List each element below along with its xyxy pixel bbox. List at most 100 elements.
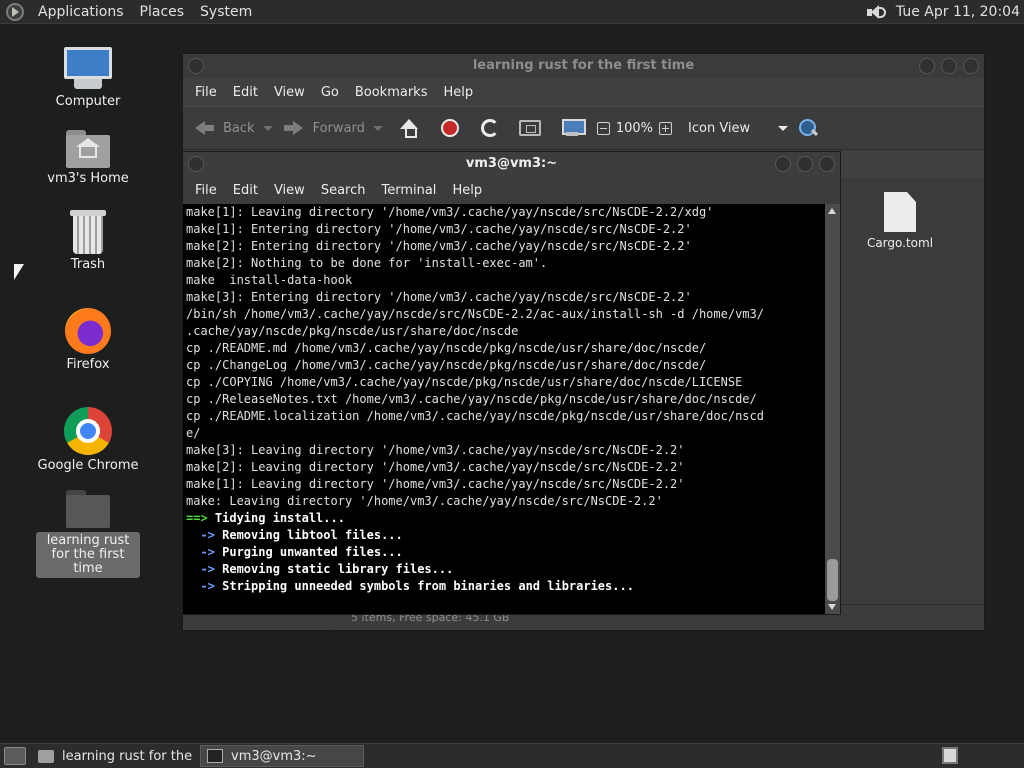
- show-desktop-icon[interactable]: [4, 747, 26, 765]
- terminal-icon: [207, 749, 223, 763]
- scroll-down-icon[interactable]: [828, 604, 836, 610]
- menu-view[interactable]: View: [266, 85, 313, 100]
- terminal-line: make[2]: Nothing to be done for 'install…: [186, 256, 548, 270]
- back-button[interactable]: Back: [193, 120, 273, 136]
- maximize-button[interactable]: [941, 58, 957, 74]
- terminal-line: make install-data-hook: [186, 273, 353, 287]
- panel-clock[interactable]: Tue Apr 11, 20:04: [896, 4, 1024, 20]
- menu-go[interactable]: Go: [313, 85, 347, 100]
- terminal-output[interactable]: make[1]: Leaving directory '/home/vm3/.c…: [183, 204, 826, 614]
- terminal-arrow: ->: [186, 562, 215, 576]
- close-button[interactable]: [819, 156, 835, 172]
- system-menu[interactable]: System: [192, 0, 260, 24]
- terminal-line: make[1]: Leaving directory '/home/vm3/.c…: [186, 477, 685, 491]
- firefox-icon: [65, 308, 111, 354]
- menu-file[interactable]: File: [187, 183, 225, 198]
- terminal-line: cp ./ReleaseNotes.txt /home/vm3/.cache/y…: [186, 392, 757, 406]
- file-manager-titlebar[interactable]: learning rust for the first time: [183, 54, 984, 78]
- desktop-icon-label: Trash: [70, 257, 106, 272]
- chevron-down-icon[interactable]: [372, 125, 383, 131]
- desktop-icon-label: Google Chrome: [37, 458, 139, 473]
- window-menu-button[interactable]: [188, 156, 204, 172]
- applications-menu[interactable]: Applications: [30, 0, 132, 24]
- forward-label: Forward: [312, 120, 365, 136]
- desktop-icon-trash[interactable]: Trash: [28, 210, 148, 272]
- forward-button[interactable]: Forward: [283, 120, 383, 136]
- terminal-menubar: File Edit View Search Terminal Help: [183, 176, 840, 204]
- window-title: vm3@vm3:~: [465, 156, 558, 171]
- chevron-down-icon: [778, 125, 789, 131]
- zoom-out-icon[interactable]: [596, 121, 610, 135]
- taskbar-item-file-manager[interactable]: learning rust for the ...: [32, 745, 196, 767]
- menu-search[interactable]: Search: [313, 183, 374, 198]
- search-icon[interactable]: [798, 118, 818, 138]
- terminal-scrollbar[interactable]: [825, 204, 840, 614]
- terminal-window[interactable]: vm3@vm3:~ File Edit View Search Terminal…: [182, 151, 841, 615]
- reload-icon[interactable]: [480, 119, 499, 137]
- trash-icon: [70, 210, 106, 254]
- chrome-icon: [64, 407, 112, 455]
- document-icon: [884, 192, 916, 232]
- terminal-line: make: Leaving directory '/home/vm3/.cach…: [186, 494, 663, 508]
- up-folder-icon[interactable]: [399, 119, 419, 138]
- terminal-status-line: -> Removing static library files...: [186, 561, 826, 578]
- terminal-line: /bin/sh /home/vm3/.cache/yay/nscde/src/N…: [186, 307, 764, 321]
- maximize-button[interactable]: [797, 156, 813, 172]
- chevron-down-icon[interactable]: [262, 125, 273, 131]
- minimize-button[interactable]: [775, 156, 791, 172]
- close-button[interactable]: [963, 58, 979, 74]
- file-manager-toolbar: Back Forward 100% Icon View: [183, 106, 984, 150]
- terminal-status-text: Removing libtool files...: [214, 528, 403, 542]
- places-menu[interactable]: Places: [132, 0, 193, 24]
- window-menu-button[interactable]: [188, 58, 204, 74]
- home-icon[interactable]: [518, 120, 541, 136]
- desktop-icon-firefox[interactable]: Firefox: [28, 308, 148, 372]
- menu-terminal[interactable]: Terminal: [373, 183, 444, 198]
- menu-bookmarks[interactable]: Bookmarks: [347, 85, 436, 100]
- file-item[interactable]: Cargo.toml: [865, 192, 935, 250]
- view-mode-select[interactable]: Icon View: [688, 121, 789, 136]
- terminal-status-line: -> Removing libtool files...: [186, 527, 826, 544]
- menu-edit[interactable]: Edit: [225, 183, 266, 198]
- computer-icon[interactable]: [561, 119, 586, 137]
- volume-icon[interactable]: [864, 3, 886, 21]
- menu-help[interactable]: Help: [444, 183, 490, 198]
- terminal-titlebar[interactable]: vm3@vm3:~: [183, 152, 840, 176]
- taskbar-item-label: learning rust for the ...: [62, 748, 196, 764]
- menu-edit[interactable]: Edit: [225, 85, 266, 100]
- menu-help[interactable]: Help: [435, 85, 481, 100]
- back-arrow-icon: [193, 120, 215, 136]
- taskbar-item-terminal[interactable]: vm3@vm3:~: [200, 745, 364, 767]
- terminal-status-line: -> Purging unwanted files...: [186, 544, 826, 561]
- terminal-line: make[3]: Leaving directory '/home/vm3/.c…: [186, 443, 685, 457]
- terminal-status-text: Stripping unneeded symbols from binaries…: [214, 579, 634, 593]
- terminal-arrow: ->: [186, 579, 215, 593]
- zoom-in-icon[interactable]: [659, 121, 673, 135]
- terminal-arrow: ==>: [186, 511, 208, 525]
- menu-file[interactable]: File: [187, 85, 225, 100]
- terminal-status-text: Removing static library files...: [214, 562, 454, 576]
- file-name: Cargo.toml: [866, 236, 934, 250]
- minimize-button[interactable]: [919, 58, 935, 74]
- top-panel: Applications Places System Tue Apr 11, 2…: [0, 0, 1024, 24]
- home-folder-icon: [66, 130, 110, 168]
- computer-icon: [64, 47, 112, 91]
- desktop-icon-home[interactable]: vm3's Home: [28, 130, 148, 186]
- scroll-up-icon[interactable]: [828, 208, 836, 214]
- terminal-line: .cache/yay/nscde/pkg/nscde/usr/share/doc…: [186, 324, 519, 338]
- forward-arrow-icon: [283, 120, 305, 136]
- terminal-line: cp ./ChangeLog /home/vm3/.cache/yay/nscd…: [186, 358, 707, 372]
- terminal-status-line: ==> Tidying install...: [186, 510, 826, 527]
- desktop-icon-rust-folder[interactable]: learning rust for the first time: [28, 490, 148, 578]
- desktop-icon-label: Computer: [55, 94, 121, 109]
- terminal-arrow: ->: [186, 545, 215, 559]
- desktop-icon-chrome[interactable]: Google Chrome: [28, 407, 148, 473]
- desktop-icon-computer[interactable]: Computer: [28, 47, 148, 109]
- stop-icon[interactable]: [440, 119, 459, 137]
- folder-icon: [66, 490, 110, 528]
- menu-view[interactable]: View: [266, 183, 313, 198]
- scrollbar-thumb[interactable]: [827, 559, 838, 601]
- workspace-switcher[interactable]: [942, 747, 958, 764]
- distro-logo-icon[interactable]: [6, 2, 24, 21]
- terminal-line: make[2]: Entering directory '/home/vm3/.…: [186, 239, 692, 253]
